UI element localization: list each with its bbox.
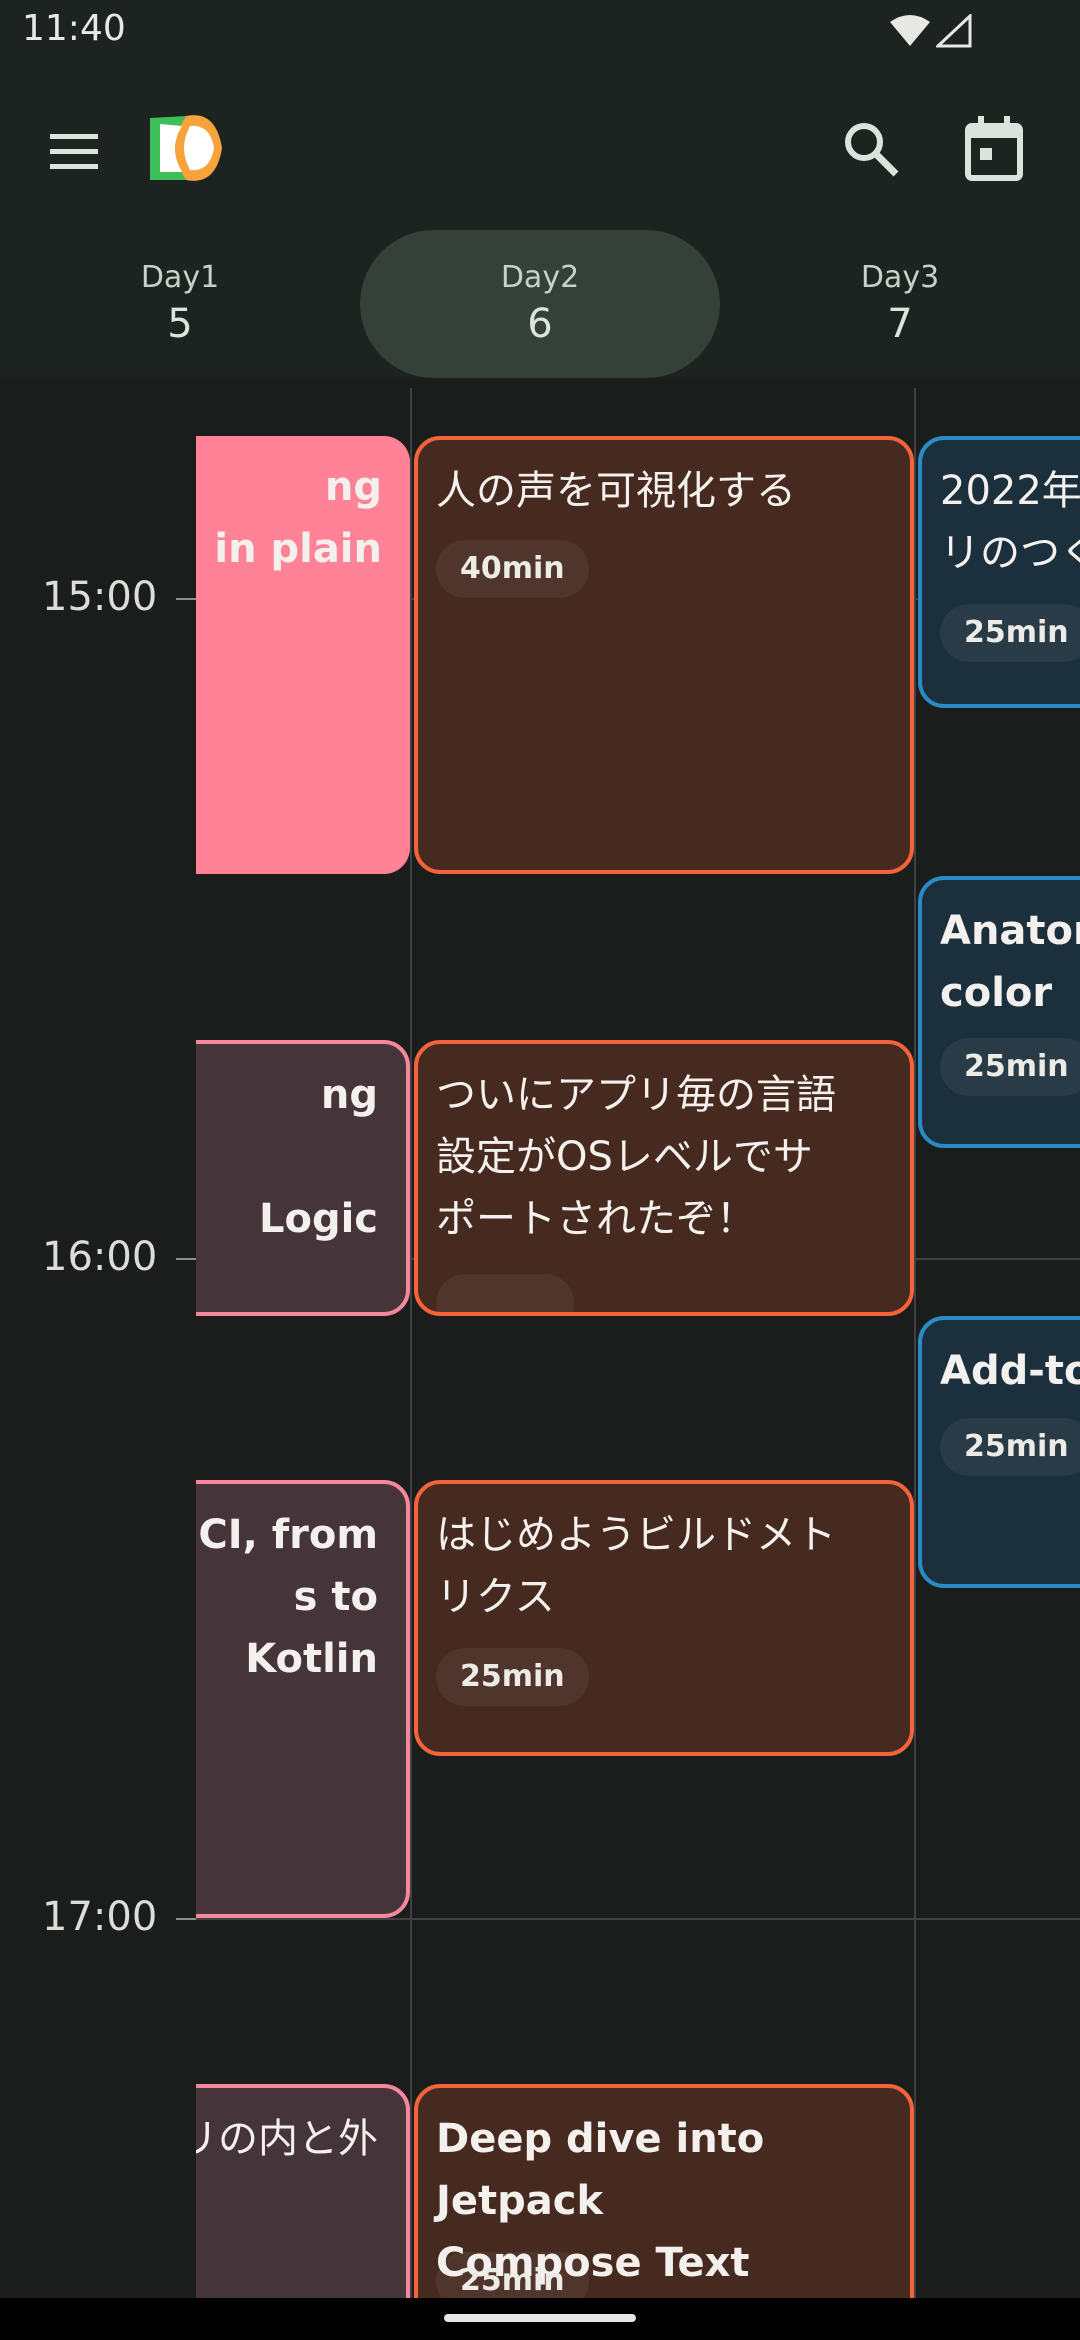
session-duration-chip <box>436 1274 574 1312</box>
session-title: はじめようビルドメト リクス <box>436 1512 836 1620</box>
tab-day1[interactable]: Day1 5 <box>0 230 360 378</box>
time-tick <box>176 1258 196 1260</box>
session-title: CI, from s to Kotlin <box>198 1512 378 1682</box>
time-label: 16:00 <box>42 1234 158 1280</box>
tab-day-label: Day1 <box>140 260 220 295</box>
tab-day-date: 7 <box>887 301 913 347</box>
status-bar: 11:40 <box>0 0 1080 66</box>
gesture-handle[interactable] <box>444 2314 636 2322</box>
timetable-grid[interactable]: ng in plain ng Logic CI, from s to Kotli… <box>0 378 1080 2298</box>
search-icon[interactable] <box>838 116 902 180</box>
column-divider <box>410 388 412 2298</box>
system-navigation-bar <box>0 2298 1080 2340</box>
session-duration-chip: 40min <box>436 540 589 598</box>
tab-day-label: Day3 <box>860 260 940 295</box>
session-duration-chip: 25min <box>940 1418 1080 1476</box>
cellular-signal-icon <box>936 14 972 48</box>
tab-day-label: Day2 <box>500 260 580 295</box>
menu-icon[interactable] <box>42 126 106 176</box>
wifi-icon <box>890 15 930 46</box>
tab-day3[interactable]: Day3 7 <box>720 230 1080 378</box>
session-duration-chip: 25min <box>940 604 1080 662</box>
session-card[interactable]: 2022年 リのつく 25min <box>918 436 1080 708</box>
column-divider <box>914 388 916 2298</box>
time-tick <box>176 1918 196 1920</box>
session-title: ng Logic <box>258 1072 378 1242</box>
status-time: 11:40 <box>22 8 126 49</box>
session-card[interactable]: Anatom color 25min <box>918 876 1080 1148</box>
session-card[interactable]: Add-to- 25min <box>918 1316 1080 1588</box>
top-app-bar <box>0 66 1080 230</box>
session-card[interactable]: はじめようビルドメト リクス 25min <box>414 1480 914 1756</box>
session-duration-chip: 25min <box>940 1038 1080 1096</box>
time-tick <box>176 598 196 600</box>
session-card[interactable]: リの内と外 <box>160 2084 410 2298</box>
session-title: 2022年 リのつく <box>940 468 1080 576</box>
tab-day-date: 5 <box>167 301 193 347</box>
day-tabs: Day1 5 Day2 6 Day3 7 <box>0 230 1080 378</box>
time-label: 15:00 <box>42 574 158 620</box>
time-label: 17:00 <box>42 1894 158 1940</box>
session-card[interactable]: Deep dive into Jetpack Compose Text 25mi… <box>414 2084 914 2298</box>
session-duration-chip: 25min <box>436 2252 589 2298</box>
session-duration-chip: 25min <box>436 1648 589 1706</box>
droidkaigi-logo-icon <box>150 115 222 181</box>
session-title: Add-to- <box>940 1348 1080 1394</box>
session-card[interactable]: CI, from s to Kotlin <box>160 1480 410 1918</box>
session-title: Anatom color <box>940 908 1080 1016</box>
session-card[interactable]: ng in plain <box>160 436 410 874</box>
session-title: ng in plain <box>214 464 382 572</box>
session-title: 人の声を可視化する <box>436 468 796 514</box>
hour-line <box>196 1918 1080 1920</box>
session-card[interactable]: ついにアプリ毎の言語 設定がOSレベルでサ ポートされたぞ！ <box>414 1040 914 1316</box>
calendar-icon[interactable] <box>962 114 1026 182</box>
time-column: 15:00 16:00 17:00 <box>0 378 196 2298</box>
session-card[interactable]: ng Logic <box>160 1040 410 1316</box>
session-title: リの内と外 <box>178 2116 378 2162</box>
session-card[interactable]: 人の声を可視化する 40min <box>414 436 914 874</box>
tab-day2[interactable]: Day2 6 <box>360 230 720 378</box>
tab-day-date: 6 <box>527 301 553 347</box>
session-title: ついにアプリ毎の言語 設定がOSレベルでサ ポートされたぞ！ <box>436 1072 836 1242</box>
